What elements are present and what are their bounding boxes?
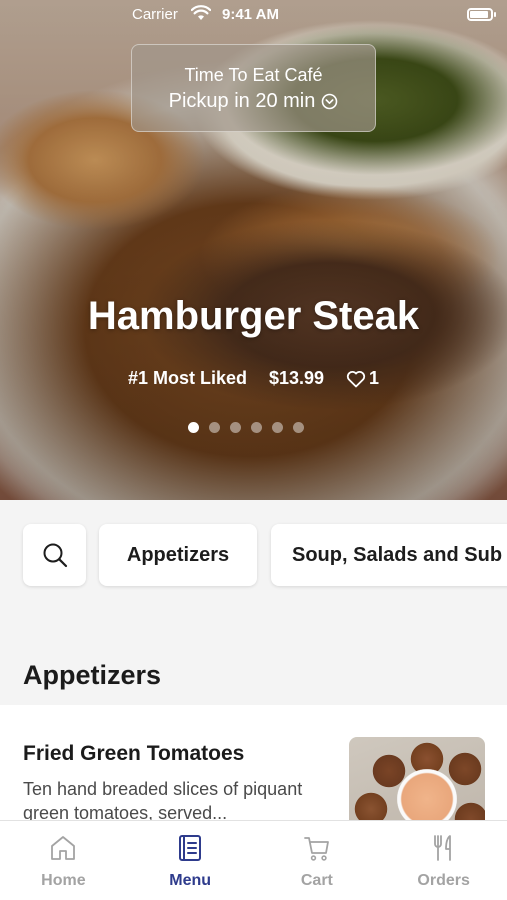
carousel-dot[interactable] (293, 422, 304, 433)
tab-home-label: Home (41, 872, 86, 889)
carousel-dot[interactable] (230, 422, 241, 433)
heart-icon (346, 370, 366, 387)
tab-cart[interactable]: Cart (254, 821, 381, 900)
tab-cart-label: Cart (300, 872, 333, 889)
featured-item-meta: #1 Most Liked $13.99 1 (0, 368, 507, 389)
wifi-icon (191, 5, 211, 20)
pickup-selector[interactable]: Time To Eat Café Pickup in 20 min (131, 44, 376, 132)
like-count: 1 (369, 368, 380, 388)
like-button[interactable]: 1 (346, 368, 379, 389)
carousel-dot[interactable] (251, 422, 262, 433)
carousel-dot[interactable] (188, 422, 199, 433)
tab-menu[interactable]: Menu (127, 821, 254, 900)
tab-orders-label: Orders (417, 872, 470, 889)
carrier-label: Carrier (132, 6, 178, 23)
menu-item-card[interactable]: Fried Green Tomatoes Ten hand breaded sl… (0, 705, 507, 820)
menu-book-icon (179, 835, 202, 861)
carousel-dot[interactable] (272, 422, 283, 433)
carousel-dot[interactable] (209, 422, 220, 433)
tab-home[interactable]: Home (0, 821, 127, 900)
battery-icon (467, 8, 496, 21)
search-icon (43, 543, 67, 568)
carousel-pagination (188, 422, 304, 433)
cart-icon (303, 837, 329, 861)
category-chip-soup-salads[interactable]: Soup, Salads and Sub (271, 524, 507, 586)
restaurant-name: Time To Eat Café (184, 65, 323, 85)
chevron-down-circle-icon (322, 93, 338, 110)
search-button[interactable] (23, 524, 86, 586)
menu-item-photo (349, 737, 485, 820)
tab-bar: Home Menu Cart Orders (0, 820, 507, 900)
home-icon (51, 836, 76, 860)
menu-item-description: Ten hand breaded slices of piquant green… (23, 779, 303, 820)
category-chip-appetizers[interactable]: Appetizers (99, 524, 257, 586)
featured-item-title[interactable]: Hamburger Steak (0, 294, 507, 339)
pickup-eta: Pickup in 20 min (132, 90, 375, 113)
fork-knife-icon (433, 835, 451, 861)
section-title: Appetizers (23, 660, 162, 690)
category-bar: Appetizers Soup, Salads and Sub (0, 500, 507, 670)
featured-item-price: $13.99 (268, 368, 325, 388)
clock: 9:41 AM (222, 6, 279, 23)
tab-menu-label: Menu (169, 872, 212, 889)
most-liked-badge: #1 Most Liked (127, 368, 247, 388)
tab-orders[interactable]: Orders (380, 821, 507, 900)
hero-carousel[interactable]: Carrier 9:41 AM Time To Eat Café Pickup … (0, 0, 507, 500)
pickup-eta-label: Pickup in 20 min (168, 90, 316, 112)
menu-item-name: Fried Green Tomatoes (23, 742, 245, 765)
status-bar: Carrier 9:41 AM (0, 0, 507, 30)
